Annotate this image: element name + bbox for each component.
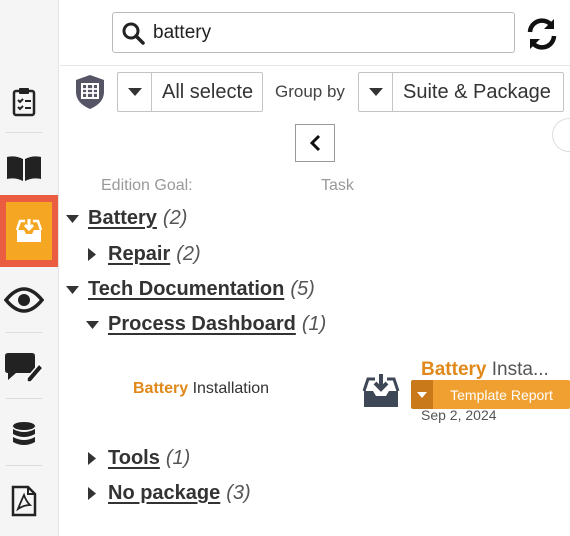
node-count: (2) [162,207,188,229]
report-download-icon [362,373,400,414]
groupby-dropdown[interactable]: Suite & Package [358,72,564,112]
caret-down-icon[interactable] [62,214,82,223]
task-header: Task [321,177,354,194]
node-label[interactable]: No package [108,482,220,505]
sidebar-eye-icon[interactable] [0,276,48,324]
tree-node-repair[interactable]: Repair (2) [82,243,201,266]
chevron-down-icon[interactable] [359,73,393,111]
template-report-button[interactable]: Template Report [411,380,570,409]
edition-goal-header: Edition Goal: [101,177,193,194]
sidebar-pdf-icon[interactable] [0,477,48,525]
search-highlight: Battery [421,359,487,380]
node-count: (1) [165,447,191,469]
main-panel: All selecte Group by Suite & Package Edi… [60,0,570,536]
edition-filter-dropdown[interactable]: All selecte [117,72,263,112]
node-count: (5) [290,278,315,300]
divider [60,65,570,66]
sidebar-tasks-icon[interactable] [0,78,48,126]
node-label[interactable]: Repair [108,243,170,266]
tree-node-tech-documentation[interactable]: Tech Documentation (5) [62,278,315,301]
tree-node-battery[interactable]: Battery (2) [62,207,187,230]
tree-node-no-package[interactable]: No package (3) [82,482,251,505]
groupby-value: Suite & Package [403,80,551,103]
chevron-down-icon[interactable] [411,380,433,409]
caret-right-icon[interactable] [82,487,102,500]
caret-right-icon[interactable] [82,452,102,465]
collapse-button[interactable] [295,124,335,162]
chevron-left-icon [309,134,321,152]
refresh-icon[interactable] [522,14,562,54]
panel-toggle-handle[interactable] [552,118,570,152]
sidebar-comment-edit-icon[interactable] [0,344,48,392]
tree-node-process-dashboard[interactable]: Process Dashboard (1) [82,313,326,336]
node-count: (3) [226,482,251,504]
search-box[interactable] [112,12,515,53]
node-count: (2) [176,243,201,265]
caret-down-icon[interactable] [62,285,82,294]
search-highlight: Battery [133,380,189,397]
task-title[interactable]: Battery Installation [133,380,269,398]
node-label[interactable]: Process Dashboard [108,313,296,336]
shield-grid-icon[interactable] [74,74,106,115]
search-input[interactable] [153,21,493,44]
caret-down-icon[interactable] [82,320,102,329]
left-sidebar [0,0,59,536]
sidebar-database-icon[interactable] [0,411,48,459]
search-icon [113,21,153,45]
node-label[interactable]: Tools [108,447,160,470]
template-report-label: Template Report [433,380,570,409]
node-label[interactable]: Battery [88,207,157,230]
chevron-down-icon[interactable] [118,73,152,111]
caret-right-icon[interactable] [82,248,102,261]
node-label[interactable]: Tech Documentation [88,278,284,301]
task-title-rest: Installation [188,380,270,397]
card-title[interactable]: Battery Insta... [421,359,549,381]
groupby-label: Group by [275,82,345,101]
edition-filter-value: All selecte [162,80,254,103]
sidebar-book-icon[interactable] [0,144,48,192]
node-count: (1) [301,313,327,335]
card-title-rest: Insta... [486,359,549,380]
card-date: Sep 2, 2024 [421,407,497,423]
tree-node-tools[interactable]: Tools (1) [82,447,190,470]
sidebar-reports-icon[interactable] [0,195,58,267]
